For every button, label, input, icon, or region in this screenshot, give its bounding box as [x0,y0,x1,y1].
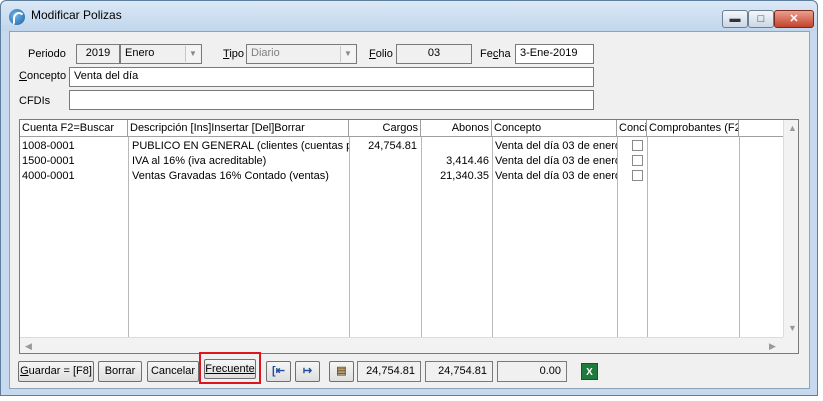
close-icon: ✕ [789,13,799,25]
column-header-descripcion[interactable]: Descripción [Ins]Insertar [Del]Borrar [128,120,349,137]
column-divider [617,137,618,337]
cell-cargos[interactable] [349,154,419,169]
maximize-button[interactable]: □ [748,10,774,28]
fecha-label: Fecha [480,48,511,60]
total-cargos: 24,754.81 [357,361,421,382]
paste-button[interactable]: ▤ [329,361,354,382]
column-header-comprobantes[interactable]: Comprobantes (F2 [647,120,739,137]
excel-icon[interactable]: X [581,363,598,380]
window: Modificar Polizas ▬ □ ✕ Periodo 2019 Ene… [0,0,818,396]
folio-field[interactable]: 03 [396,44,472,64]
conci-checkbox[interactable] [632,140,643,151]
highlight-box [199,352,261,384]
column-divider [647,137,648,337]
column-header-conci[interactable]: Conci [617,120,647,137]
maximize-icon: □ [757,13,765,25]
guardar-button[interactable]: Guardar = [F8] [18,361,94,382]
vertical-scrollbar[interactable]: ▲ ▼ [783,120,798,337]
conci-checkbox[interactable] [632,170,643,181]
close-button[interactable]: ✕ [774,10,814,28]
conci-checkbox[interactable] [632,155,643,166]
column-header-cargos[interactable]: Cargos [349,120,421,137]
cell-cuenta[interactable]: 1500-0001 [20,154,128,169]
folio-label: Folio [369,48,393,60]
poliza-grid[interactable]: Cuenta F2=Buscar Descripción [Ins]Insert… [19,119,799,354]
scrollbar-corner [783,337,798,353]
column-header-concepto[interactable]: Concepto [492,120,617,137]
minimize-button[interactable]: ▬ [722,10,748,28]
app-icon [9,9,25,25]
month-value: Enero [125,47,155,59]
concepto-label: Concepto [19,70,67,82]
tipo-value: Diario [251,47,280,59]
cell-cargos[interactable]: 24,754.81 [349,139,419,154]
cell-concepto[interactable]: Venta del día 03 de enero [493,139,617,154]
chevron-down-icon[interactable]: ▼ [185,46,200,62]
cell-descripcion[interactable]: Ventas Gravadas 16% Contado (ventas) [130,169,349,184]
scroll-left-icon[interactable]: ◀ [20,338,37,353]
scroll-down-icon[interactable]: ▼ [784,320,798,337]
column-divider [739,137,740,337]
scroll-up-icon[interactable]: ▲ [784,120,798,137]
poliza-form: Periodo 2019 Enero ▼ Tipo Diario ▼ Folio… [9,31,810,389]
concepto-field[interactable]: Venta del día [69,67,594,87]
cell-cuenta[interactable]: 1008-0001 [20,139,128,154]
insert-row-icon: [⇤ [272,365,285,377]
move-row-button[interactable]: ↦ [295,361,320,382]
column-header-abonos[interactable]: Abonos [421,120,492,137]
borrar-button[interactable]: Borrar [98,361,142,382]
tipo-label: Tipo [223,48,244,60]
paste-icon: ▤ [336,365,347,377]
column-header-blank [739,120,783,137]
column-header-cuenta[interactable]: Cuenta F2=Buscar [20,120,128,137]
cell-concepto[interactable]: Venta del día 03 de enero [493,154,617,169]
total-abonos: 24,754.81 [425,361,493,382]
cfdis-field[interactable] [69,90,594,110]
cell-cuenta[interactable]: 4000-0001 [20,169,128,184]
year-field[interactable]: 2019 [76,44,120,64]
column-divider [128,137,129,337]
minimize-icon: ▬ [729,13,741,25]
window-title: Modificar Polizas [31,8,122,22]
diferencia-total: 0.00 [497,361,567,382]
periodo-label: Periodo [28,48,66,60]
cell-abonos[interactable]: 21,340.35 [421,169,491,184]
title-bar: Modificar Polizas ▬ □ ✕ [1,1,817,31]
cell-abonos[interactable] [421,139,491,154]
cell-cargos[interactable] [349,169,419,184]
cfdis-label: CFDIs [19,95,51,107]
scroll-right-icon[interactable]: ▶ [764,338,781,353]
month-select[interactable]: Enero ▼ [120,44,202,64]
move-row-icon: ↦ [302,365,313,377]
insert-row-button[interactable]: [⇤ [266,361,291,382]
cell-abonos[interactable]: 3,414.46 [421,154,491,169]
horizontal-scrollbar[interactable]: ◀ ▶ [20,337,783,353]
fecha-field[interactable]: 3-Ene-2019 [515,44,594,64]
cell-concepto[interactable]: Venta del día 03 de enero [493,169,617,184]
tipo-select[interactable]: Diario ▼ [246,44,357,64]
cancelar-button[interactable]: Cancelar [147,361,199,382]
chevron-down-icon[interactable]: ▼ [340,46,355,62]
cell-descripcion[interactable]: IVA al 16% (iva acreditable) [130,154,349,169]
cell-descripcion[interactable]: PUBLICO EN GENERAL (clientes (cuentas po… [130,139,349,154]
